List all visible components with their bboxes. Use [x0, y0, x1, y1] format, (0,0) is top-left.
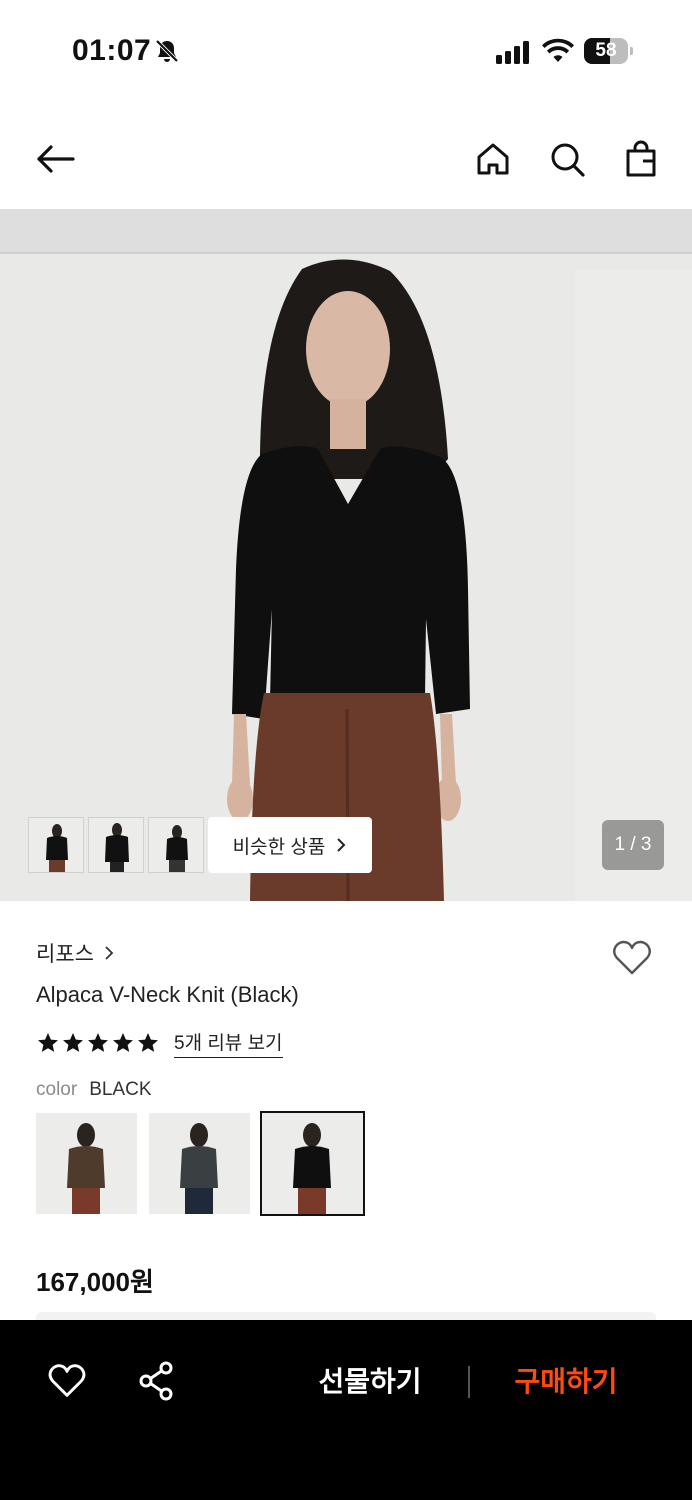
gift-button[interactable]: 선물하기 [300, 1360, 440, 1404]
chevron-right-icon [337, 838, 346, 852]
image-page-indicator: 1 / 3 [602, 820, 664, 870]
star-rating [36, 1031, 160, 1055]
product-title: Alpaca V-Neck Knit (Black) [36, 982, 299, 1007]
thumbnail-2[interactable] [88, 817, 144, 873]
star-icon [138, 1033, 158, 1052]
wishlist-button[interactable] [610, 936, 654, 980]
home-icon [477, 143, 509, 175]
cart-button[interactable] [618, 136, 664, 182]
buy-button[interactable]: 구매하기 [496, 1360, 636, 1404]
product-price: 167,000원 [36, 1267, 154, 1297]
bell-muted-icon [155, 39, 179, 63]
rating-row: 5개 리뷰 보기 [36, 1028, 283, 1058]
similar-products-label: 비슷한 상품 [232, 836, 326, 858]
color-swatches [36, 1111, 365, 1216]
star-icon [38, 1033, 58, 1052]
product-photo [0, 209, 692, 901]
bottom-bar-divider [468, 1366, 470, 1398]
heart-outline-icon [48, 1364, 86, 1397]
brand-link[interactable]: 리포스 [36, 938, 114, 968]
brand-name: 리포스 [36, 943, 94, 966]
product-image-gallery[interactable]: 비슷한 상품 1 / 3 [0, 209, 692, 901]
wishlist-bottom-button[interactable] [46, 1360, 88, 1402]
share-icon [139, 1361, 173, 1401]
search-button[interactable] [544, 136, 590, 182]
star-icon [113, 1033, 133, 1052]
status-bar: 01:07 58 [0, 0, 692, 100]
thumbnail-1[interactable] [28, 817, 84, 873]
wifi-icon [542, 38, 574, 62]
battery-percent: 58 [595, 40, 617, 61]
cellular-signal-icon [496, 41, 529, 64]
battery-indicator: 58 [584, 38, 633, 64]
thumbnail-strip [28, 817, 204, 873]
back-arrow-icon [37, 145, 75, 173]
top-nav-bar [0, 110, 692, 206]
color-value: BLACK [89, 1079, 152, 1100]
back-button[interactable] [32, 136, 78, 182]
bottom-action-bar: 선물하기 구매하기 [0, 1320, 692, 1500]
section-card-edge [36, 1312, 656, 1320]
search-icon [551, 143, 585, 177]
color-swatch-charcoal[interactable] [149, 1113, 250, 1214]
chevron-right-icon [105, 946, 114, 960]
heart-outline-icon [613, 940, 651, 975]
color-label: color [36, 1079, 78, 1100]
star-icon [63, 1033, 83, 1052]
color-row: color BLACK [36, 1079, 152, 1101]
shopping-bag-icon [626, 140, 656, 177]
similar-products-button[interactable]: 비슷한 상품 [208, 817, 372, 873]
home-button[interactable] [470, 136, 516, 182]
star-icon [88, 1033, 108, 1052]
thumbnail-3[interactable] [148, 817, 204, 873]
status-time: 01:07 [72, 34, 152, 67]
share-button[interactable] [136, 1360, 178, 1402]
color-swatch-black[interactable] [260, 1111, 365, 1216]
color-swatch-brown[interactable] [36, 1113, 137, 1214]
reviews-link[interactable]: 5개 리뷰 보기 [174, 1028, 283, 1058]
